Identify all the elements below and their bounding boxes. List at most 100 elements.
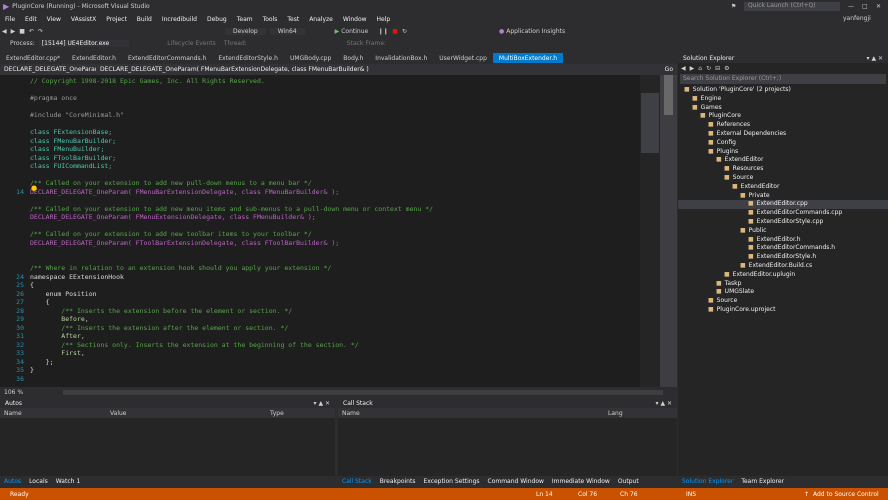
se-collapse-icon[interactable]: ⊟ [711, 65, 720, 72]
redo-icon[interactable]: ↷ [36, 28, 45, 35]
menu-edit[interactable]: Edit [20, 16, 42, 23]
tab-solution-explorer[interactable]: Solution Explorer [678, 478, 737, 485]
tree-item[interactable]: ■ Engine [678, 95, 888, 104]
tree-item[interactable]: ■ External Dependencies [678, 130, 888, 139]
menu-debug[interactable]: Debug [202, 16, 232, 23]
tree-item[interactable]: ■ Games [678, 104, 888, 113]
menu-build[interactable]: Build [132, 16, 157, 23]
code-minimap[interactable] [640, 75, 660, 387]
tree-item[interactable]: ■ PluginCore.uproject [678, 306, 888, 315]
stop-icon[interactable]: ■ [392, 28, 398, 35]
lifecycle-events-button[interactable]: Lifecycle Events [167, 40, 216, 47]
tree-item[interactable]: ■ Solution 'PluginCore' (2 projects) [678, 86, 888, 95]
se-home-icon[interactable]: ⌂ [694, 65, 702, 72]
nav-scope-select[interactable]: DECLARE_DELEGATE_OneParam [0, 66, 96, 73]
tab-team-explorer[interactable]: Team Explorer [737, 478, 788, 485]
tree-item[interactable]: ■ ExtendEditor.h [678, 236, 888, 245]
callstack-tab[interactable]: Command Window [484, 478, 548, 485]
autos-col-type[interactable]: Type [270, 410, 284, 417]
minimize-button[interactable]: — [848, 3, 854, 10]
code-editor[interactable]: // Copyright 1998-2018 Epic Games, Inc. … [0, 75, 658, 387]
pause-icon[interactable]: ❙❙ [378, 28, 388, 35]
tree-item[interactable]: ■ ExtendEditor.cpp [678, 200, 888, 210]
menu-view[interactable]: View [42, 16, 66, 23]
nav-member-select[interactable]: DECLARE_DELEGATE_OneParam( FMenuBarExten… [96, 66, 661, 73]
callstack-tab[interactable]: Exception Settings [419, 478, 483, 485]
tab-watch1[interactable]: Watch 1 [52, 478, 84, 485]
se-refresh-icon[interactable]: ↻ [702, 65, 711, 72]
menu-project[interactable]: Project [101, 16, 132, 23]
tree-item[interactable]: ■ ExtendEditorStyle.cpp [678, 218, 888, 227]
add-to-source-control-button[interactable]: Add to Source Control [813, 491, 879, 498]
solution-explorer-close-icon[interactable]: ▾ ▲ ✕ [867, 55, 883, 62]
document-tab[interactable]: InvalidationBox.h [369, 53, 433, 63]
forward-icon[interactable]: ▶ [9, 28, 18, 35]
menu-vassistx[interactable]: VAssistX [66, 16, 101, 23]
tree-item[interactable]: ■ References [678, 121, 888, 130]
tree-item[interactable]: ■ Config [678, 139, 888, 148]
tab-autos[interactable]: Autos [0, 478, 25, 485]
menu-window[interactable]: Window [338, 16, 372, 23]
app-insights-button[interactable]: Application Insights [504, 28, 565, 35]
debug-config-select[interactable]: Develop [224, 27, 266, 35]
undo-icon[interactable]: ↶ [27, 28, 36, 35]
menu-help[interactable]: Help [372, 16, 396, 23]
document-tab[interactable]: ExtendEditorCommands.h [122, 53, 212, 63]
lightbulb-icon[interactable]: ● [31, 184, 37, 192]
tree-item[interactable]: ■ ExtendEditorStyle.h [678, 253, 888, 262]
menu-team[interactable]: Team [232, 16, 258, 23]
editor-vertical-scrollbar[interactable] [660, 75, 677, 387]
document-tab[interactable]: Body.h [337, 53, 369, 63]
document-tab[interactable]: UMGBody.cpp [284, 53, 337, 63]
tree-item[interactable]: ■ UMGSlate [678, 288, 888, 297]
tree-item[interactable]: ■ ExtendEditorCommands.h [678, 244, 888, 253]
tree-item[interactable]: ■ ExtendEditor [678, 183, 888, 192]
zoom-level[interactable]: 106 % [0, 389, 23, 396]
autos-col-name[interactable]: Name [0, 410, 110, 417]
document-tab[interactable]: ExtendEditor.h [66, 53, 122, 63]
tree-item[interactable]: ■ Resources [678, 165, 888, 174]
editor-horizontal-scrollbar[interactable] [63, 389, 664, 395]
menu-incredibuild[interactable]: Incredibuild [157, 16, 202, 23]
tree-item[interactable]: ■ ExtendEditorCommands.cpp [678, 209, 888, 218]
quick-launch-input[interactable]: Quick Launch (Ctrl+Q) [744, 2, 840, 11]
close-button[interactable]: ✕ [876, 3, 881, 10]
se-forward-icon[interactable]: ▶ [686, 65, 695, 72]
continue-button[interactable]: Continue [339, 28, 368, 35]
document-tab[interactable]: ExtendEditorStyle.h [212, 53, 284, 63]
platform-select[interactable]: Win64 [269, 27, 305, 35]
nav-go-button[interactable]: Go [661, 66, 677, 73]
maximize-button[interactable]: □ [862, 3, 868, 10]
menu-file[interactable]: File [0, 16, 20, 23]
autos-col-value[interactable]: Value [110, 410, 270, 417]
process-select[interactable]: [15144] UE4Editor.exe [38, 39, 130, 47]
tree-item[interactable]: ■ Taskp [678, 280, 888, 289]
restart-icon[interactable]: ↻ [402, 28, 407, 35]
callstack-pin-icon[interactable]: ▾ ▲ ✕ [656, 400, 672, 407]
document-tab[interactable]: ExtendEditor.cpp* [0, 53, 66, 63]
callstack-tab[interactable]: Immediate Window [548, 478, 614, 485]
callstack-tab[interactable]: Breakpoints [376, 478, 420, 485]
solution-explorer-search[interactable]: Search Solution Explorer (Ctrl+;) [680, 74, 886, 84]
se-settings-icon[interactable]: ⚙ [720, 65, 729, 72]
autos-pin-icon[interactable]: ▾ ▲ ✕ [314, 400, 330, 407]
tree-item[interactable]: ■ PluginCore [678, 112, 888, 121]
user-name[interactable]: yanfengji [843, 15, 871, 22]
menu-test[interactable]: Test [282, 16, 304, 23]
callstack-tab[interactable]: Call Stack [338, 478, 376, 485]
back-icon[interactable]: ◀ [0, 28, 9, 35]
tree-item[interactable]: ■ Source [678, 297, 888, 306]
document-tab[interactable]: MultiBoxExtender.h [492, 53, 564, 63]
tree-item[interactable]: ■ Public [678, 227, 888, 236]
callstack-col-name[interactable]: Name [338, 410, 608, 417]
callstack-tab[interactable]: Output [614, 478, 643, 485]
callstack-col-lang[interactable]: Lang [608, 410, 623, 417]
menu-analyze[interactable]: Analyze [304, 16, 338, 23]
tree-item[interactable]: ■ Private [678, 192, 888, 201]
tree-item[interactable]: ■ Source [678, 174, 888, 183]
tree-item[interactable]: ■ ExtendEditor.uplugin [678, 271, 888, 280]
tree-item[interactable]: ■ ExtendEditor [678, 156, 888, 165]
save-icon[interactable]: ■ [17, 28, 27, 35]
tree-item[interactable]: ■ ExtendEditor.Build.cs [678, 262, 888, 271]
flag-icon[interactable]: ⚑ [731, 3, 736, 10]
